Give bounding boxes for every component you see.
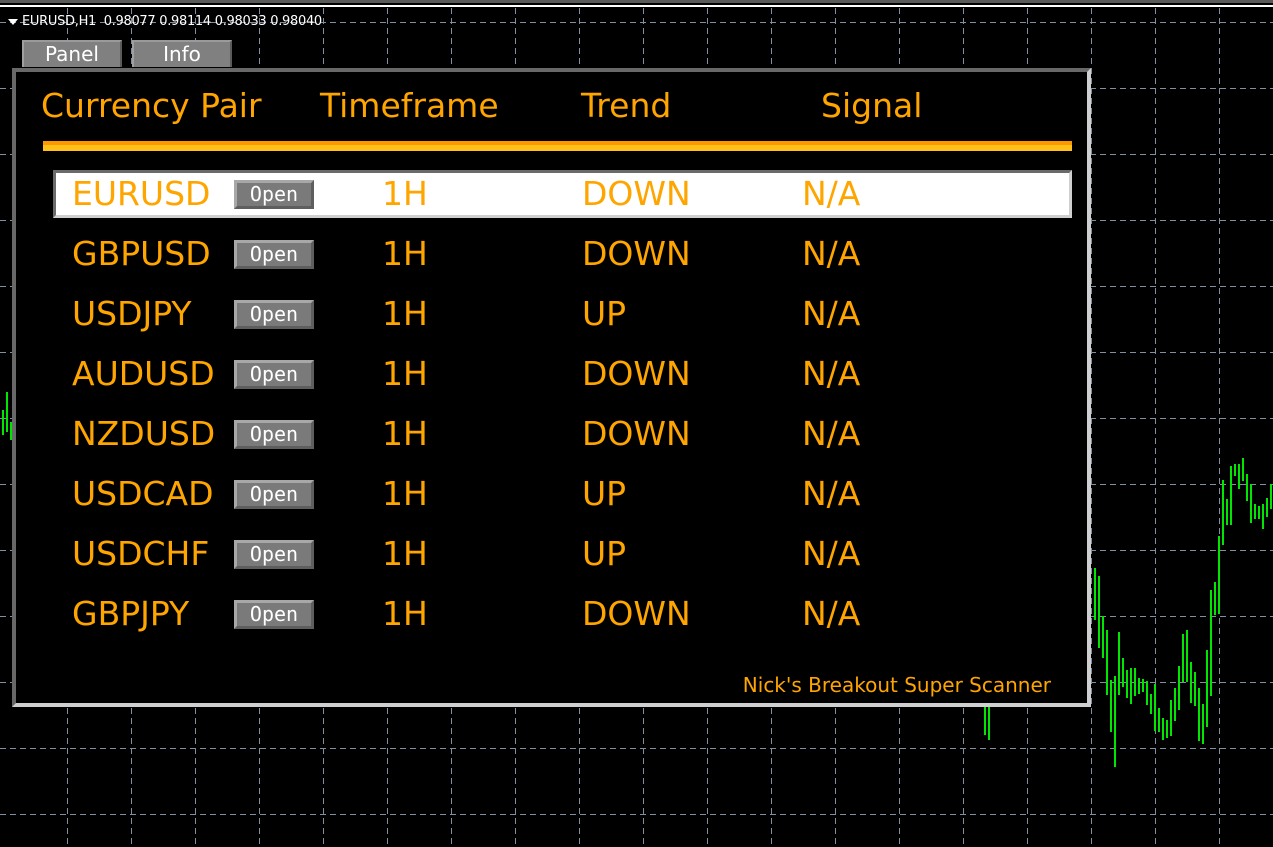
pair-name: AUDUSD	[72, 354, 215, 393]
scanner-panel: Currency Pair Timeframe Trend Signal EUR…	[12, 68, 1091, 707]
signal-value: N/A	[802, 174, 861, 213]
open-chart-button[interactable]: Open	[234, 540, 314, 569]
timeframe-value: 1H	[382, 354, 428, 393]
pair-row[interactable]: USDCHF Open 1H UP N/A	[16, 530, 1087, 578]
signal-value: N/A	[802, 534, 861, 573]
header-separator	[43, 141, 1072, 151]
ohlc-high: 0.98114	[159, 14, 211, 29]
pair-row[interactable]: AUDUSD Open 1H DOWN N/A	[16, 350, 1087, 398]
trend-value: DOWN	[582, 174, 691, 213]
header-currency-pair: Currency Pair	[41, 86, 262, 125]
pair-name: USDCAD	[72, 474, 214, 513]
header-trend: Trend	[581, 86, 672, 125]
open-chart-button[interactable]: Open	[234, 180, 314, 209]
trend-value: UP	[582, 474, 627, 513]
tab-panel[interactable]: Panel	[22, 40, 122, 67]
signal-value: N/A	[802, 354, 861, 393]
open-chart-button[interactable]: Open	[234, 420, 314, 449]
ohlc-close: 0.98040	[270, 14, 322, 29]
trend-value: UP	[582, 294, 627, 333]
pair-row[interactable]: NZDUSD Open 1H DOWN N/A	[16, 410, 1087, 458]
trend-value: DOWN	[582, 594, 691, 633]
pair-name: NZDUSD	[72, 414, 216, 453]
pair-row[interactable]: USDCAD Open 1H UP N/A	[16, 470, 1087, 518]
timeframe-value: 1H	[382, 294, 428, 333]
open-chart-button[interactable]: Open	[234, 300, 314, 329]
trend-value: DOWN	[582, 414, 691, 453]
timeframe-value: 1H	[382, 594, 428, 633]
dropdown-triangle-icon[interactable]	[8, 18, 18, 25]
open-chart-button[interactable]: Open	[234, 480, 314, 509]
signal-value: N/A	[802, 414, 861, 453]
signal-value: N/A	[802, 474, 861, 513]
signal-value: N/A	[802, 294, 861, 333]
trend-value: UP	[582, 534, 627, 573]
pair-row[interactable]: GBPJPY Open 1H DOWN N/A	[16, 590, 1087, 638]
signal-value: N/A	[802, 234, 861, 273]
pair-name: EURUSD	[72, 174, 211, 213]
pair-row[interactable]: GBPUSD Open 1H DOWN N/A	[16, 230, 1087, 278]
trend-value: DOWN	[582, 354, 691, 393]
chart-symbol: EURUSD,H1	[22, 14, 97, 29]
timeframe-value: 1H	[382, 474, 428, 513]
signal-value: N/A	[802, 594, 861, 633]
tab-info[interactable]: Info	[132, 40, 232, 67]
open-chart-button[interactable]: Open	[234, 240, 314, 269]
pair-name: GBPUSD	[72, 234, 211, 273]
pair-row[interactable]: EURUSD Open 1H DOWN N/A	[16, 170, 1087, 218]
trend-value: DOWN	[582, 234, 691, 273]
scanner-title: Nick's Breakout Super Scanner	[742, 673, 1051, 697]
timeframe-value: 1H	[382, 234, 428, 273]
header-timeframe: Timeframe	[320, 86, 499, 125]
header-signal: Signal	[821, 86, 923, 125]
pair-name: USDCHF	[72, 534, 210, 573]
timeframe-value: 1H	[382, 414, 428, 453]
open-chart-button[interactable]: Open	[234, 600, 314, 629]
timeframe-value: 1H	[382, 174, 428, 213]
pair-row[interactable]: USDJPY Open 1H UP N/A	[16, 290, 1087, 338]
open-chart-button[interactable]: Open	[234, 360, 314, 389]
chart-symbol-label: EURUSD,H1 0.98077 0.98114 0.98033 0.9804…	[8, 14, 322, 29]
ohlc-low: 0.98033	[214, 14, 267, 29]
timeframe-value: 1H	[382, 534, 428, 573]
ohlc-open: 0.98077	[103, 14, 156, 29]
pair-name: GBPJPY	[72, 594, 190, 633]
pair-name: USDJPY	[72, 294, 192, 333]
